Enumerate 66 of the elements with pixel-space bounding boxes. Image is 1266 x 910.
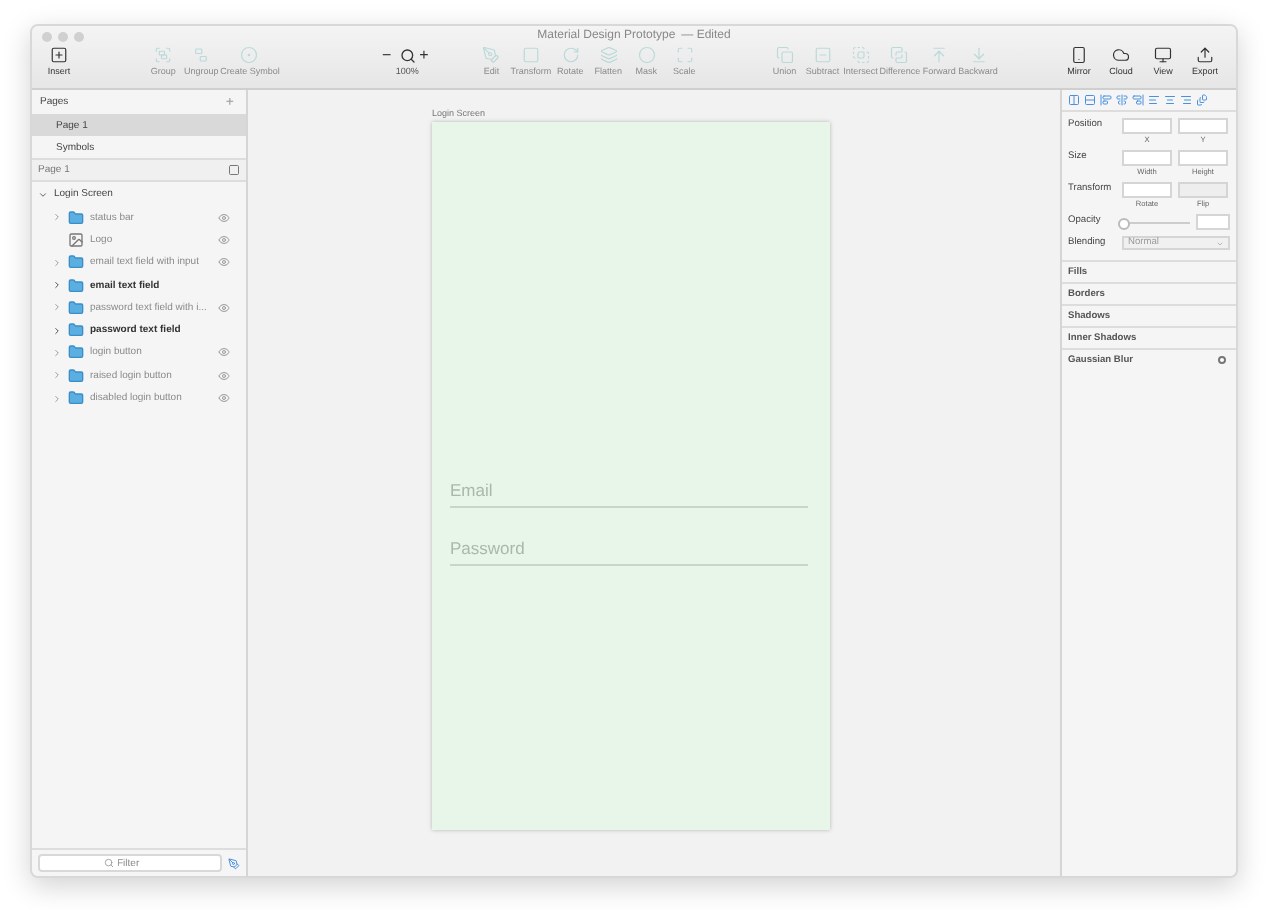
eye-icon[interactable]: [218, 256, 230, 269]
number-field[interactable]: [1178, 150, 1228, 166]
subtract-icon: [813, 46, 832, 64]
slider-thumb[interactable]: [1118, 218, 1130, 230]
folder-icon: [68, 277, 84, 294]
eye-icon[interactable]: [218, 369, 230, 382]
intersect-icon: [851, 46, 870, 64]
folder-icon: [68, 367, 84, 384]
disclosure-icon: [52, 212, 62, 223]
folder-icon: [68, 344, 84, 361]
circle-icon: [637, 46, 656, 64]
zoom-out-button[interactable]: −: [381, 46, 392, 64]
align-icon[interactable]: [1084, 94, 1096, 106]
group-icon: [154, 46, 173, 64]
pen-icon: [482, 46, 501, 64]
folder-icon: [68, 299, 84, 316]
folder-icon: [68, 390, 84, 407]
zoom-in-button[interactable]: +: [419, 46, 429, 64]
align-icon[interactable]: [1132, 94, 1144, 106]
pen-icon[interactable]: [228, 857, 240, 869]
number-field[interactable]: [1122, 150, 1172, 166]
text-field[interactable]: Email: [450, 480, 808, 508]
disclosure-icon: [52, 257, 62, 268]
align-icon[interactable]: [1068, 94, 1080, 106]
folder-icon: [68, 209, 84, 226]
align-icon[interactable]: [1196, 94, 1208, 106]
union-icon: [775, 46, 794, 64]
phone-icon: [1070, 46, 1089, 64]
disclosure-icon: [52, 370, 62, 381]
flip-control[interactable]: [1178, 182, 1228, 198]
symbol-icon: [240, 46, 259, 64]
export-icon: [1196, 46, 1215, 64]
align-icon[interactable]: [1100, 94, 1112, 106]
cloud-icon: [1112, 46, 1131, 64]
align-icon[interactable]: [1180, 94, 1192, 106]
folder-icon: [68, 254, 84, 271]
insert-icon: [50, 46, 68, 64]
disclosure-icon: [38, 189, 48, 199]
eye-icon[interactable]: [218, 301, 230, 314]
number-field[interactable]: [1122, 118, 1172, 134]
eye-icon[interactable]: [218, 346, 230, 359]
scale-icon: [675, 46, 694, 64]
disclosure-icon: [52, 393, 62, 404]
eye-icon[interactable]: [218, 233, 230, 246]
layers-icon: [599, 46, 618, 64]
number-field[interactable]: [1196, 214, 1230, 230]
monitor-icon: [1154, 46, 1173, 64]
image-icon: [68, 231, 84, 248]
rotate-icon: [561, 46, 580, 64]
eye-icon[interactable]: [218, 211, 230, 224]
forward-icon: [930, 46, 949, 64]
eye-icon[interactable]: [218, 392, 230, 405]
folder-icon: [68, 322, 84, 339]
align-icon[interactable]: [1164, 94, 1176, 106]
square-icon: [521, 46, 540, 64]
align-icon[interactable]: [1148, 94, 1160, 106]
ungroup-icon: [192, 46, 211, 64]
number-field[interactable]: [1178, 118, 1228, 134]
align-icon[interactable]: [1116, 94, 1128, 106]
backward-icon: [969, 46, 988, 64]
search-icon: [399, 47, 416, 63]
number-field[interactable]: [1122, 182, 1172, 198]
difference-icon: [890, 46, 909, 64]
square-icon: [228, 164, 240, 176]
text-field[interactable]: Password: [450, 538, 808, 566]
checkbox[interactable]: [1218, 356, 1226, 364]
